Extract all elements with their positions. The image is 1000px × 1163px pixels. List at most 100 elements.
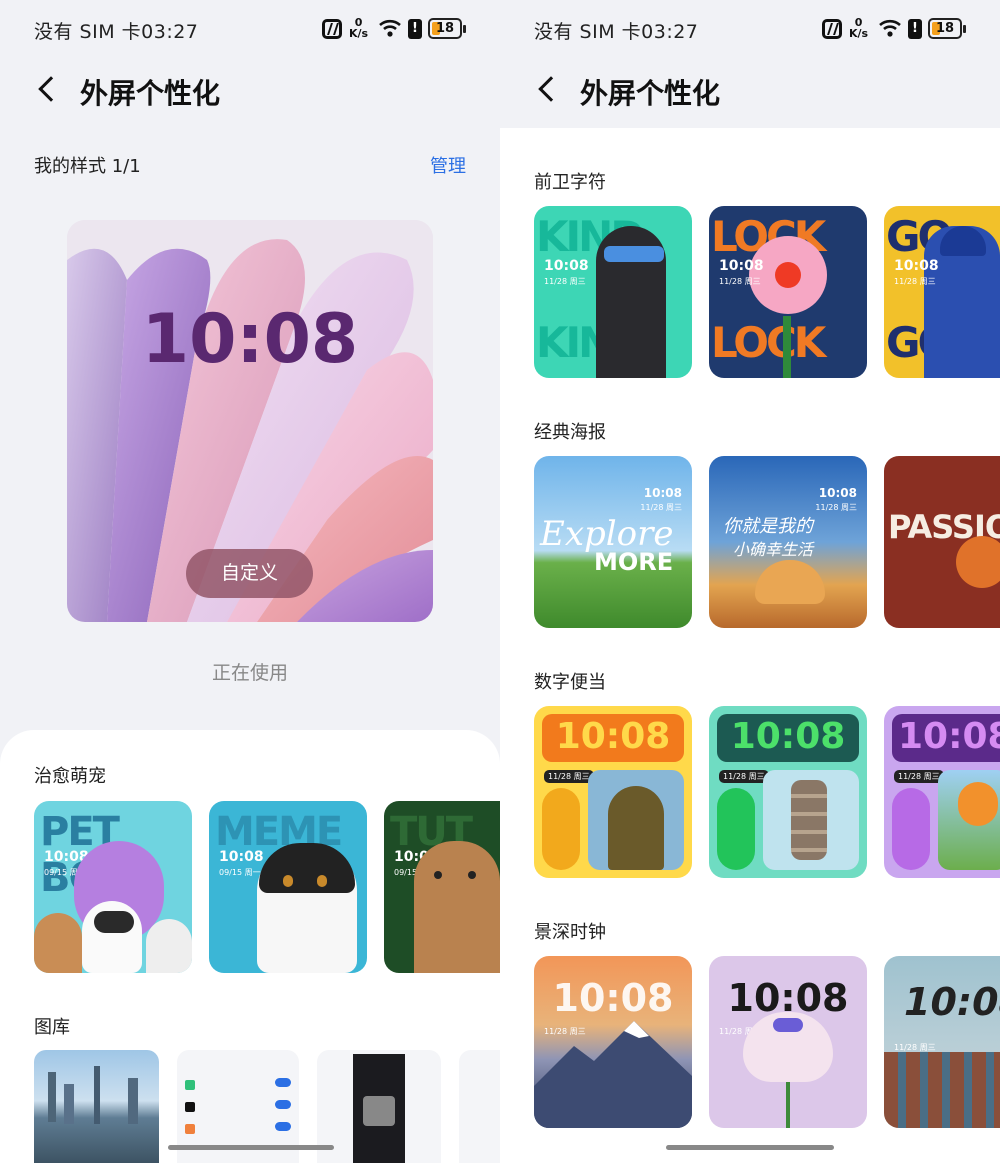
thumb-time: 10:08 — [818, 486, 857, 500]
basketball — [956, 536, 1000, 588]
thumb-date: 11/28 周三 — [640, 503, 682, 512]
classic-poster-thumb[interactable]: 10:08 11/28 周三 Explore MORE — [534, 456, 692, 628]
thumb-date: 11/28 周三 — [544, 770, 594, 783]
thumb-word: 你就是我的 — [723, 516, 813, 537]
style-catalog-list: 前卫字符 KIND KIND 10:08 11/28 周三 LOCK LOCK … — [500, 128, 1000, 1163]
flower-center — [775, 262, 801, 288]
nfc-icon — [322, 19, 342, 39]
thumb-time: 10:08 — [904, 980, 1000, 1024]
thumb-time: 10:08 — [898, 716, 1000, 757]
battery-icon: 18 — [928, 18, 966, 39]
section-title-pets: 治愈萌宠 — [34, 766, 106, 787]
nav-header: 外屏个性化 — [500, 62, 1000, 122]
back-arrow-icon[interactable] — [538, 76, 564, 102]
hot-air-balloon — [958, 782, 998, 826]
lotus-center — [773, 1018, 803, 1032]
left-screen: 没有 SIM 卡03:27 0 K/s ! 18 外屏个性化 我的样式 1/1 管… — [0, 0, 500, 1163]
dog-figure — [146, 919, 192, 973]
thumb-time: 10:08 — [555, 716, 671, 757]
status-bar: 没有 SIM 卡03:27 0 K/s ! 18 — [0, 0, 500, 60]
cat-eye — [283, 875, 293, 887]
stacked-stones — [791, 780, 827, 860]
status-icons: 0 K/s ! 18 — [822, 16, 972, 44]
thumb-word2: MORE — [594, 548, 674, 576]
classic-poster-thumb[interactable]: PASSIO — [884, 456, 1000, 628]
nav-header: 外屏个性化 — [0, 62, 500, 122]
person-figure — [608, 786, 664, 870]
gallery-screenshot-partial[interactable] — [459, 1050, 500, 1163]
thumb-time: 10:08 — [544, 258, 589, 274]
hamster-figure — [34, 913, 82, 973]
section-title-classic-poster: 经典海报 — [534, 422, 606, 443]
cat-figure — [755, 560, 825, 604]
status-icons: 0 K/s ! 18 — [322, 16, 472, 44]
building-facade — [884, 1052, 1000, 1128]
battery-level: 18 — [435, 21, 455, 36]
avant-garde-thumb[interactable]: GO GO 10:08 11/28 周三 — [884, 206, 1000, 378]
section-title-avant-garde: 前卫字符 — [534, 172, 606, 193]
battery-icon: 18 — [428, 18, 466, 39]
avant-garde-thumb[interactable]: KIND KIND 10:08 11/28 周三 — [534, 206, 692, 378]
battery-level: 18 — [935, 21, 955, 36]
page-title: 外屏个性化 — [580, 77, 721, 110]
thumb-time: 10:08 — [219, 849, 264, 865]
my-styles-label: 我的样式 1/1 — [34, 156, 141, 177]
gallery-screenshot-apps[interactable] — [317, 1050, 441, 1163]
pet-style-thumb[interactable]: MEME 10:08 09/15 周一 — [209, 801, 367, 973]
thumb-date: 11/28 周三 — [544, 277, 586, 286]
page-title: 外屏个性化 — [80, 77, 221, 110]
thumb-date: 11/28 周三 — [719, 277, 761, 286]
in-use-status: 正在使用 — [211, 662, 288, 684]
thumb-date: 11/28 周三 — [719, 770, 769, 783]
thumb-time: 10:08 — [730, 716, 846, 757]
carrier-time: 没有 SIM 卡03:27 — [534, 21, 699, 43]
digital-bento-thumb[interactable]: 10:08 11/28 周三 — [884, 706, 1000, 878]
thumb-word-repeat: LOCK — [711, 318, 826, 367]
manage-link[interactable]: 管理 — [430, 152, 466, 178]
classic-poster-thumb[interactable]: 10:08 11/28 周三 你就是我的 小确幸生活 — [709, 456, 867, 628]
home-indicator[interactable] — [168, 1145, 334, 1150]
thumb-word2: 小确幸生活 — [733, 540, 814, 559]
otter-eye — [434, 871, 442, 879]
thumb-date: 11/28 周三 — [894, 770, 944, 783]
section-title-digital-bento: 数字便当 — [534, 672, 606, 693]
thumb-date: 11/28 周三 — [894, 277, 936, 286]
carrier-time: 没有 SIM 卡03:27 — [34, 21, 199, 43]
cat-face — [94, 911, 134, 933]
pet-style-thumb[interactable]: PET BOX 10:08 09/15 周一 — [34, 801, 192, 973]
lotus-stem — [786, 1082, 790, 1128]
otter-figure — [414, 841, 500, 973]
mountain-illustration — [534, 1021, 692, 1128]
avant-garde-thumb[interactable]: LOCK LOCK 10:08 11/28 周三 — [709, 206, 867, 378]
thumb-time: 10:08 — [894, 258, 939, 274]
speed-unit: K/s — [849, 27, 869, 40]
section-title-gallery: 图库 — [34, 1017, 70, 1038]
network-speed: 0 K/s — [349, 17, 368, 39]
alert-icon: ! — [908, 19, 922, 39]
wifi-icon — [879, 19, 901, 37]
network-speed: 0 K/s — [849, 17, 868, 39]
gallery-photo-city[interactable] — [34, 1050, 159, 1163]
depth-clock-thumb[interactable]: 10:08 11/28 周三 — [709, 956, 867, 1128]
pet-style-thumb[interactable]: TUT 10:08 09/15 周一 — [384, 801, 500, 973]
flower-stem — [783, 316, 791, 378]
status-bar: 没有 SIM 卡03:27 0 K/s ! 18 — [500, 0, 1000, 60]
speed-unit: K/s — [349, 27, 369, 40]
wifi-icon — [379, 19, 401, 37]
thumb-date: 09/15 周一 — [219, 868, 261, 877]
goggles — [604, 246, 664, 262]
digital-bento-thumb[interactable]: 10:08 11/28 周三 — [534, 706, 692, 878]
cat-eye — [317, 875, 327, 887]
home-indicator[interactable] — [666, 1145, 834, 1150]
back-arrow-icon[interactable] — [38, 76, 64, 102]
thumb-time: 10:08 — [719, 258, 764, 274]
alert-icon: ! — [408, 19, 422, 39]
thumb-time: 10:08 — [643, 486, 682, 500]
depth-clock-thumb[interactable]: 10:08 11/28 周三 — [534, 956, 692, 1128]
section-title-depth-clock: 景深时钟 — [534, 922, 606, 943]
customize-button[interactable]: 自定义 — [186, 549, 313, 598]
depth-clock-thumb[interactable]: 10:08 11/28 周三 — [884, 956, 1000, 1128]
thumb-time: 10:08 — [552, 976, 674, 1020]
nfc-icon — [822, 19, 842, 39]
digital-bento-thumb[interactable]: 10:08 11/28 周三 — [709, 706, 867, 878]
